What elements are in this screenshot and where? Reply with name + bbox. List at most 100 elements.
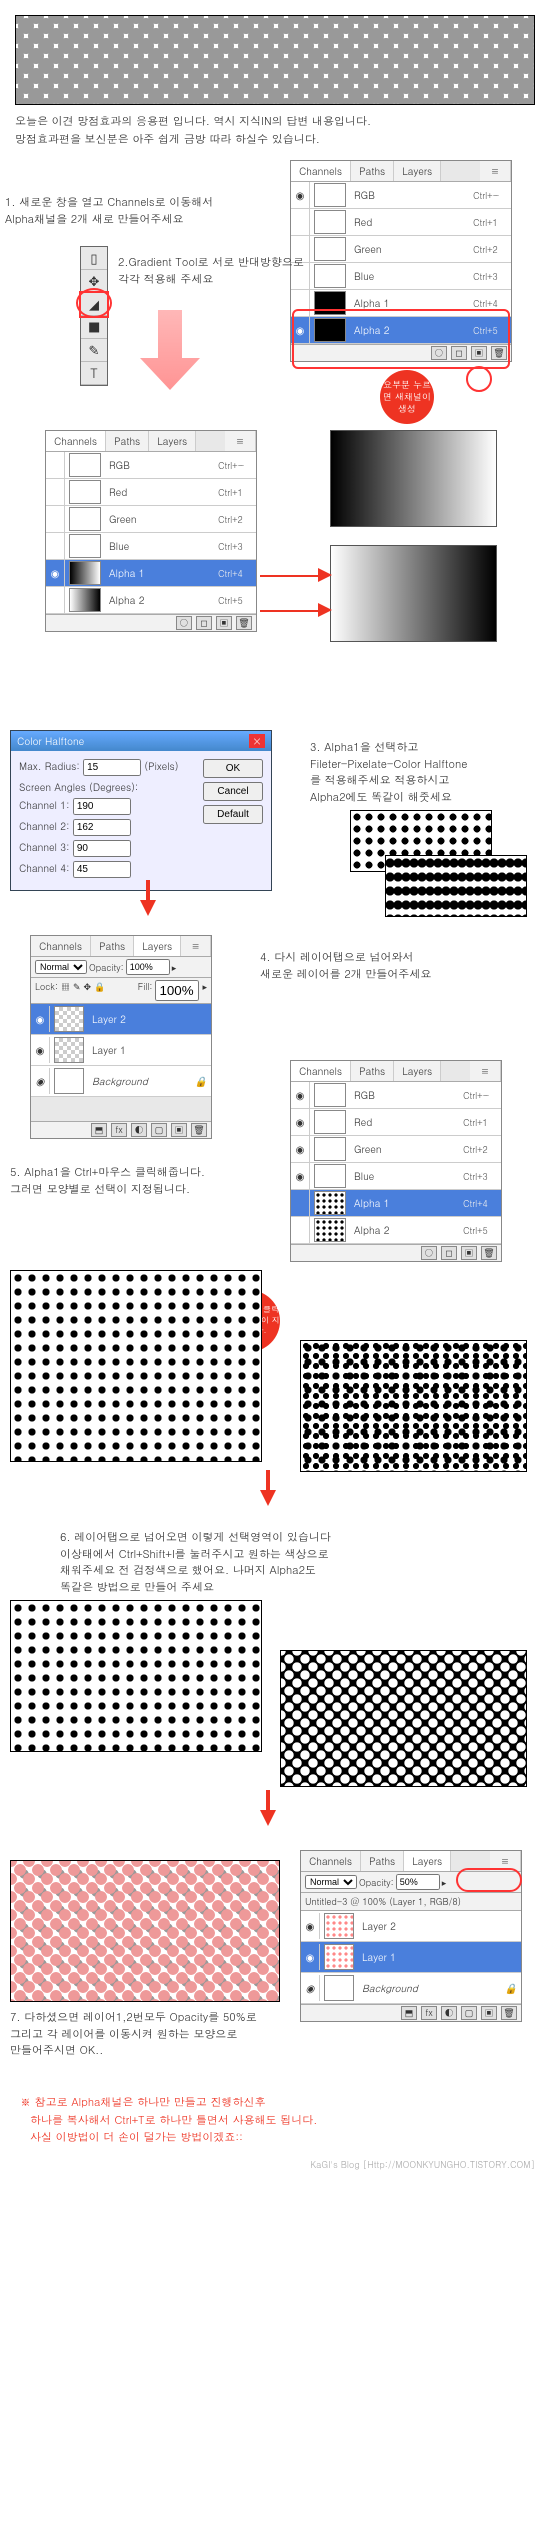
default-button[interactable]: Default <box>203 805 263 824</box>
layer-row-1[interactable]: ◉Layer 1 <box>301 1942 521 1973</box>
ch4-input[interactable] <box>73 861 131 878</box>
visibility-icon[interactable]: ◉ <box>291 182 310 208</box>
channel-row[interactable]: GreenCtrl+2 <box>46 506 256 533</box>
icon[interactable]: ◻ <box>441 1246 457 1260</box>
trash-icon[interactable]: 🗑 <box>191 1123 207 1137</box>
trash-icon[interactable]: 🗑 <box>481 1246 497 1260</box>
icon[interactable]: fx <box>421 2006 437 2020</box>
lock-icon[interactable]: ▦ <box>61 980 70 1001</box>
tool-move[interactable]: ▯ <box>81 247 107 270</box>
icon[interactable]: ▣ <box>461 1246 477 1260</box>
color-halftone-dialog: Color Halftone × Max. Radius: (Pixels) S… <box>10 730 272 891</box>
tab-channels[interactable]: Channels <box>31 936 91 956</box>
channel-row[interactable]: Alpha 2Ctrl+5 <box>46 587 256 614</box>
fill-input[interactable] <box>155 980 199 1001</box>
panel-menu-icon[interactable]: ≡ <box>480 161 511 181</box>
panel-menu-icon[interactable]: ≡ <box>225 431 256 451</box>
channel-row[interactable]: ◉RedCtrl+1 <box>291 1109 501 1136</box>
tab-paths[interactable]: Paths <box>351 161 394 181</box>
channel-row-rgb[interactable]: ◉RGBCtrl+~ <box>291 182 511 209</box>
icon[interactable]: ○ <box>176 616 192 630</box>
channel-row-green[interactable]: GreenCtrl+2 <box>291 236 511 263</box>
opacity-input[interactable] <box>396 1874 440 1890</box>
lock-icon[interactable]: ✎ <box>73 980 81 1001</box>
blend-mode-select[interactable]: Normal <box>35 960 87 974</box>
dropdown-icon[interactable]: ▸ <box>202 980 207 1001</box>
tab-channels[interactable]: Channels <box>291 1061 351 1081</box>
icon[interactable]: ▣ <box>481 2006 497 2020</box>
channel-row[interactable]: ◉Alpha 1Ctrl+4 <box>46 560 256 587</box>
channel-row[interactable]: Alpha 2Ctrl+5 <box>291 1217 501 1244</box>
dropdown-icon[interactable]: ▸ <box>172 961 177 974</box>
icon[interactable]: ◻ <box>196 616 212 630</box>
channel-row[interactable]: ◉RGBCtrl+~ <box>291 1082 501 1109</box>
icon[interactable]: fx <box>111 1123 127 1137</box>
channel-row[interactable]: BlueCtrl+3 <box>46 533 256 560</box>
max-radius-input[interactable] <box>83 759 141 776</box>
tab-paths[interactable]: Paths <box>91 936 134 956</box>
ch2-input[interactable] <box>73 819 131 836</box>
fill-preview-2 <box>280 1650 527 1787</box>
tab-paths[interactable]: Paths <box>106 431 149 451</box>
icon[interactable]: ⬒ <box>401 2006 417 2020</box>
icon[interactable]: ▢ <box>461 2006 477 2020</box>
layer-row-bg[interactable]: ◉Background🔒 <box>301 1973 521 2004</box>
opacity-input[interactable] <box>126 959 170 975</box>
intro-line2: 망점효과편을 보신분은 아주 쉽게 금방 따라 하실수 있습니다. <box>15 131 535 149</box>
icon[interactable]: ○ <box>421 1246 437 1260</box>
tab-layers[interactable]: Layers <box>134 936 181 956</box>
step6-text: 6. 레이어탭으로 넘어오면 이렇게 선택영역이 있습니다 이상태에서 Ctrl… <box>60 1530 331 1596</box>
panel-menu-icon[interactable]: ≡ <box>181 936 211 956</box>
cancel-button[interactable]: Cancel <box>203 782 263 801</box>
layer-row-1[interactable]: ◉Layer 1 <box>31 1035 211 1066</box>
lock-icon[interactable]: ✥ <box>84 980 92 1001</box>
channel-row[interactable]: ◉GreenCtrl+2 <box>291 1136 501 1163</box>
arrow-right-2 <box>318 603 332 617</box>
channel-row[interactable]: ◉BlueCtrl+3 <box>291 1163 501 1190</box>
arrow-down <box>260 1810 276 1826</box>
tab-paths[interactable]: Paths <box>361 1851 404 1871</box>
layer-row-bg[interactable]: ◉Background🔒 <box>31 1066 211 1097</box>
channel-row-blue[interactable]: BlueCtrl+3 <box>291 263 511 290</box>
layer-row-2[interactable]: ◉Layer 2 <box>31 1004 211 1035</box>
trash-icon[interactable]: 🗑 <box>236 616 252 630</box>
channels-panel-2: ChannelsPathsLayers ≡ RGBCtrl+~ RedCtrl+1… <box>45 430 257 632</box>
tool-type[interactable]: T <box>81 362 107 385</box>
channel-row[interactable]: RGBCtrl+~ <box>46 452 256 479</box>
ok-button[interactable]: OK <box>203 759 263 778</box>
close-icon[interactable]: × <box>249 734 265 748</box>
layer-row-2[interactable]: ◉Layer 2 <box>301 1911 521 1942</box>
lock-icon[interactable]: 🔒 <box>94 980 105 1001</box>
tab-channels[interactable]: Channels <box>301 1851 361 1871</box>
blend-mode-select[interactable]: Normal <box>305 1875 357 1889</box>
tool-shape[interactable]: ■ <box>81 316 107 339</box>
channel-row-red[interactable]: RedCtrl+1 <box>291 209 511 236</box>
tab-channels[interactable]: Channels <box>46 431 106 451</box>
icon[interactable]: ◐ <box>441 2006 457 2020</box>
icon[interactable]: ◐ <box>131 1123 147 1137</box>
balloon-new-channel: 요부분 누르면 새채널이 생성 <box>380 370 434 424</box>
channel-row[interactable]: RedCtrl+1 <box>46 479 256 506</box>
visibility-icon[interactable]: ◉ <box>46 560 65 586</box>
tool-pen[interactable]: ✎ <box>81 339 107 362</box>
new-layer-icon[interactable]: ▣ <box>171 1123 187 1137</box>
ch1-input[interactable] <box>73 798 131 815</box>
tab-layers[interactable]: Layers <box>149 431 196 451</box>
tab-channels[interactable]: Channels <box>291 161 351 181</box>
channel-row[interactable]: Alpha 1Ctrl+4 <box>291 1190 501 1217</box>
new-channel-icon[interactable]: ▣ <box>216 616 232 630</box>
icon[interactable]: ▢ <box>151 1123 167 1137</box>
step1-text: 1. 새로운 창을 열고 Channels로 이동해서 Alpha채널을 2개 … <box>5 195 213 228</box>
arrow-stem <box>146 880 150 902</box>
dropdown-icon[interactable]: ▸ <box>442 1876 447 1889</box>
step2-text: 2.Gradient Tool로 서로 반대방향으로 각각 적용해 주세요 <box>118 255 304 288</box>
ch3-input[interactable] <box>73 840 131 857</box>
tab-layers[interactable]: Layers <box>394 161 441 181</box>
arrow-stem <box>266 1470 270 1492</box>
tab-layers[interactable]: Layers <box>394 1061 441 1081</box>
icon[interactable]: ⬒ <box>91 1123 107 1137</box>
tab-paths[interactable]: Paths <box>351 1061 394 1081</box>
tab-layers[interactable]: Layers <box>404 1851 451 1871</box>
trash-icon[interactable]: 🗑 <box>501 2006 517 2020</box>
selection-preview <box>10 1270 262 1462</box>
